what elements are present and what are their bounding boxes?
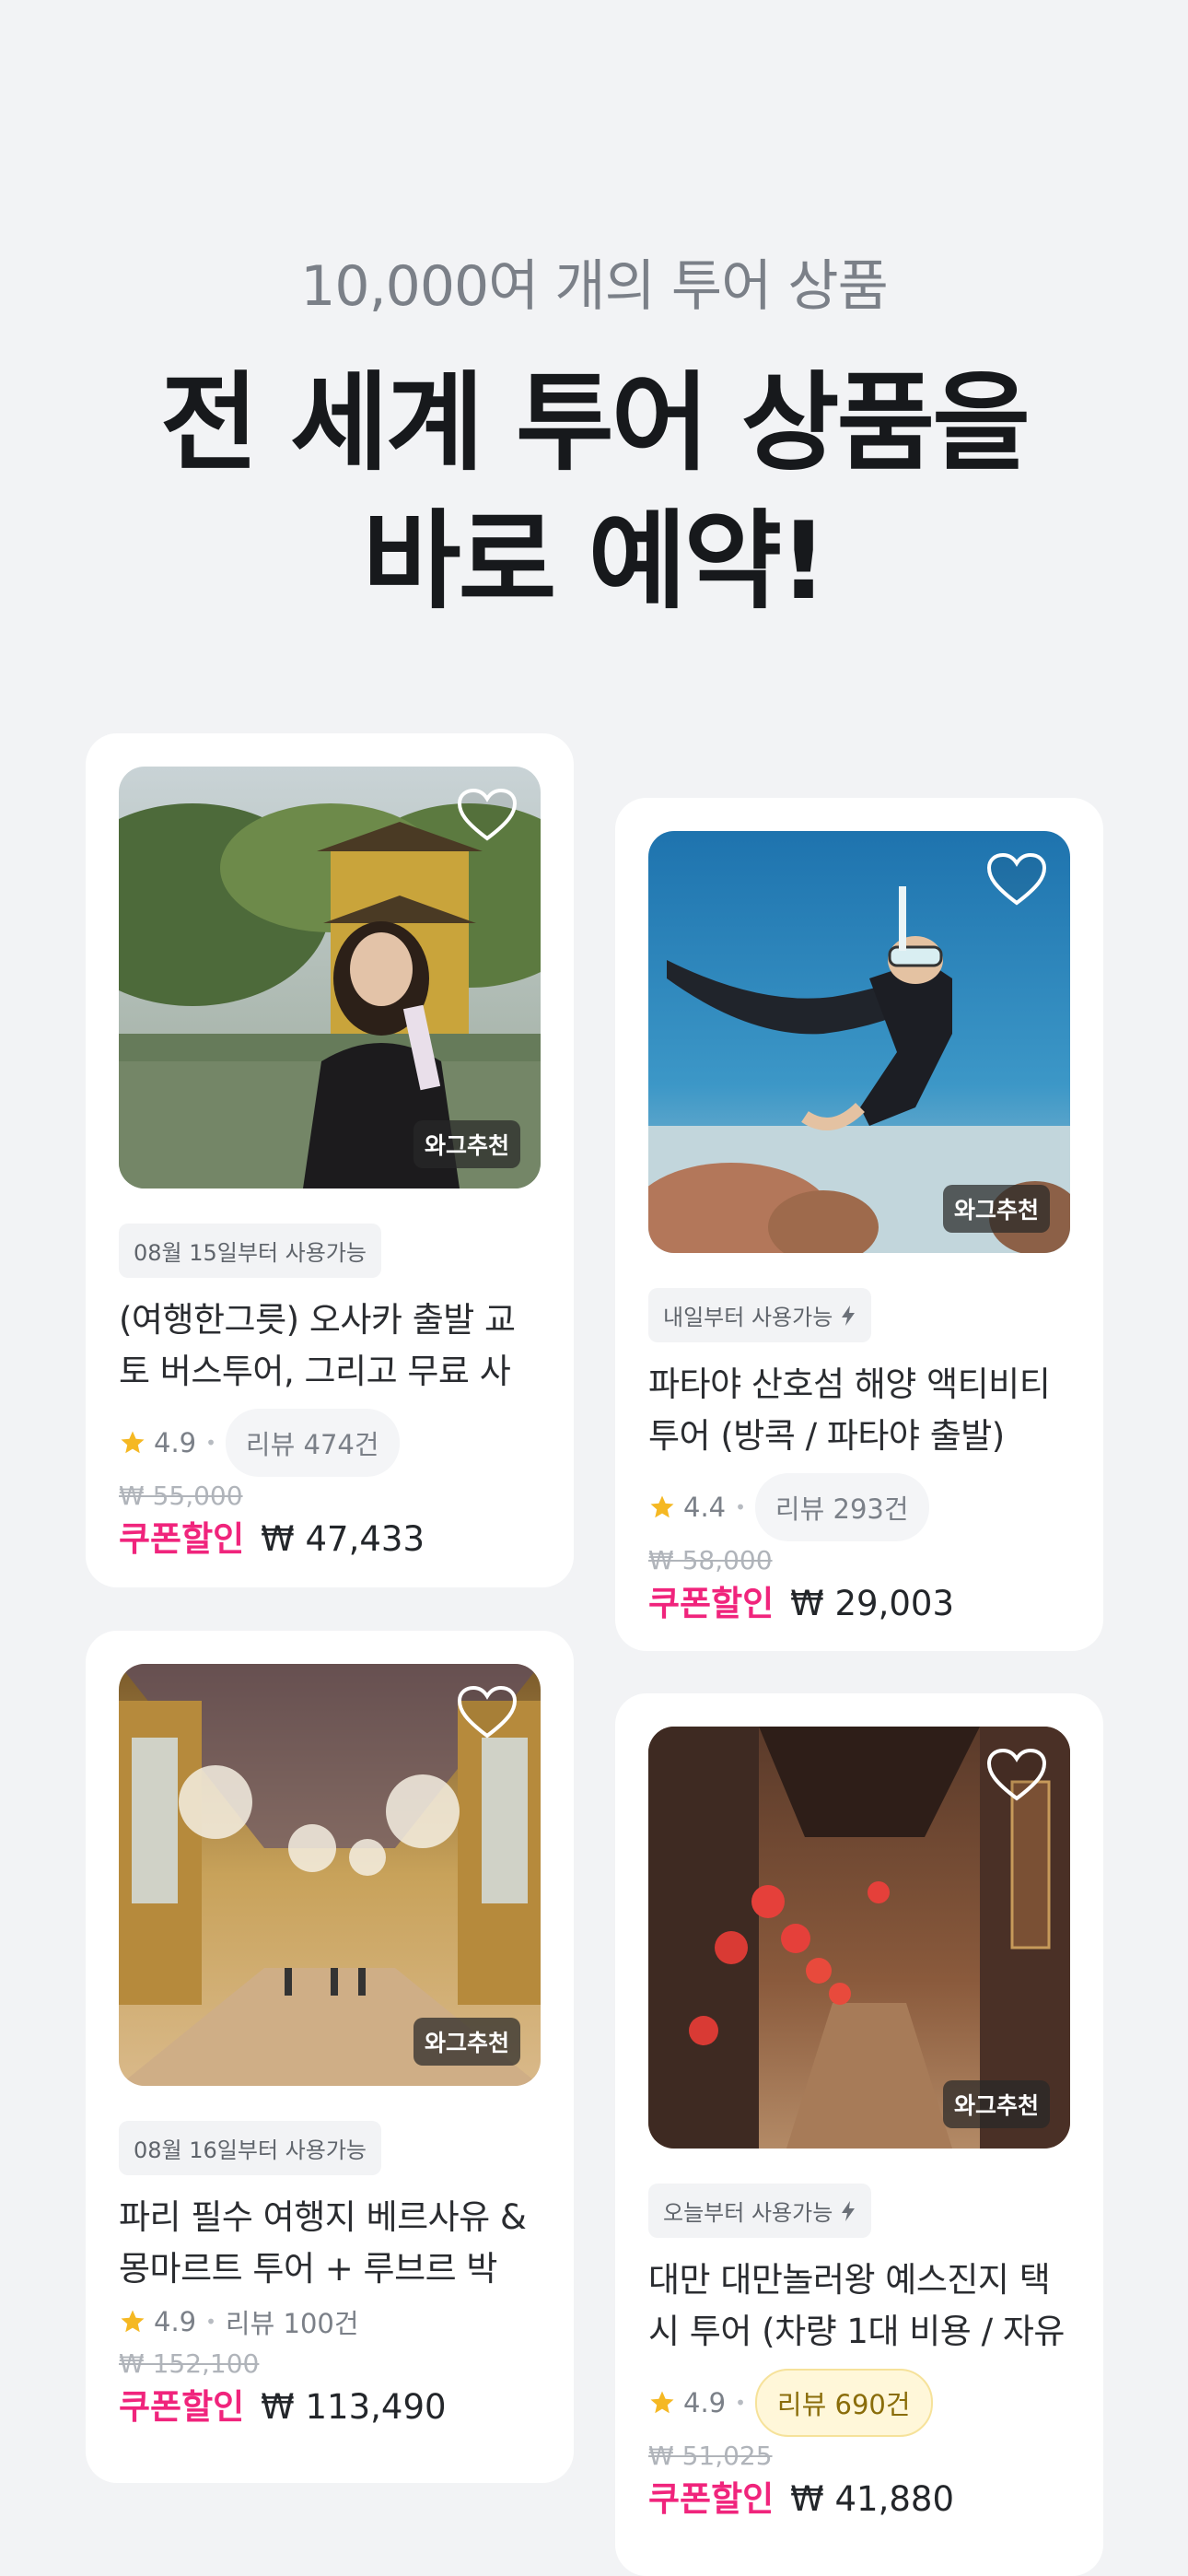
coupon-label: 쿠폰할인 (119, 1519, 245, 1559)
star-icon (121, 2310, 145, 2333)
recommend-badge: 와그추천 (942, 1185, 1050, 1233)
coupon-label: 쿠폰할인 (648, 2479, 775, 2519)
price-row: 쿠폰할인 ₩ 41,880 (648, 2471, 1070, 2521)
availability-tag: 08월 16일부터 사용가능 (119, 2121, 381, 2175)
section-headline: 전 세계 투어 상품을 바로 예약! (0, 355, 1188, 631)
original-price: ₩ 51,025 (648, 2441, 773, 2471)
product-card[interactable]: 와그추천 내일부터 사용가능 파타야 산호섬 해양 액티비티 투어 (방콕 / … (615, 798, 1103, 1651)
rating-row: 4.9 • 리뷰 100건 (119, 2301, 541, 2343)
lightning-icon (842, 1305, 856, 1326)
product-title[interactable]: 대만 대만놀러왕 예스진지 택시 투어 (차량 1대 비용 / 자유로… (648, 2254, 1070, 2358)
separator-dot: • (205, 1432, 216, 1454)
recommend-badge: 와그추천 (413, 1120, 520, 1168)
availability-tag: 내일부터 사용가능 (648, 1288, 872, 1342)
product-thumbnail[interactable]: 와그추천 (119, 1664, 541, 2086)
price-row: 쿠폰할인 ₩ 29,003 (648, 1575, 1070, 1625)
star-icon (121, 1431, 145, 1454)
rating-score: 4.4 (683, 1492, 727, 1523)
sale-price: ₩ 113,490 (261, 2387, 447, 2427)
lightning-icon (842, 2200, 856, 2221)
recommend-badge: 와그추천 (942, 2080, 1050, 2128)
heart-icon[interactable] (456, 787, 518, 844)
section-subtitle: 10,000여 개의 투어 상품 (300, 254, 889, 319)
product-thumbnail[interactable]: 와그추천 (119, 767, 541, 1188)
product-thumbnail[interactable]: 와그추천 (648, 1727, 1070, 2149)
availability-label: 오늘부터 사용가능 (663, 2200, 833, 2226)
product-title[interactable]: (여행한그릇) 오사카 출발 교토 버스투어, 그리고 무료 사진… (119, 1294, 541, 1398)
sale-price: ₩ 47,433 (261, 1519, 425, 1559)
rating-row: 4.9 • 리뷰 690건 (648, 2369, 1070, 2437)
price-row: 쿠폰할인 ₩ 113,490 (119, 2379, 541, 2429)
price-row: 쿠폰할인 ₩ 47,433 (119, 1511, 541, 1561)
product-title[interactable]: 파리 필수 여행지 베르사유 & 몽마르트 투어 + 루브르 박물… (119, 2192, 541, 2295)
coupon-label: 쿠폰할인 (119, 2387, 245, 2427)
star-icon (650, 2391, 674, 2414)
rating-score: 4.9 (154, 2306, 197, 2337)
coupon-label: 쿠폰할인 (648, 1584, 775, 1623)
product-card[interactable]: 와그추천 오늘부터 사용가능 대만 대만놀러왕 예스진지 택시 투어 (차량 1… (615, 1693, 1103, 2576)
star-icon (650, 1495, 674, 1518)
original-price: ₩ 152,100 (119, 2348, 260, 2379)
review-count: 리뷰 474건 (225, 1409, 400, 1477)
headline-line-1: 전 세계 투어 상품을 (160, 361, 1031, 486)
review-count: 리뷰 100건 (225, 2308, 359, 2339)
heart-icon[interactable] (456, 1684, 518, 1741)
recommend-badge: 와그추천 (413, 2018, 520, 2066)
separator-dot: • (205, 2311, 216, 2333)
availability-tag: 오늘부터 사용가능 (648, 2184, 872, 2238)
original-price: ₩ 55,000 (119, 1481, 243, 1511)
availability-label: 08월 15일부터 사용가능 (134, 1240, 367, 1266)
availability-tag: 08월 15일부터 사용가능 (119, 1224, 381, 1278)
product-thumbnail[interactable]: 와그추천 (648, 831, 1070, 1253)
rating-row: 4.9 • 리뷰 474건 (119, 1409, 541, 1477)
rating-score: 4.9 (683, 2387, 727, 2418)
heart-icon[interactable] (985, 851, 1048, 908)
rating-score: 4.9 (154, 1427, 197, 1458)
rating-row: 4.4 • 리뷰 293건 (648, 1473, 1070, 1541)
separator-dot: • (735, 2392, 746, 2414)
product-card[interactable]: 와그추천 08월 15일부터 사용가능 (여행한그릇) 오사카 출발 교토 버스… (86, 733, 574, 1587)
headline-line-2: 바로 예약! (362, 499, 828, 624)
original-price: ₩ 58,000 (648, 1545, 773, 1575)
product-title[interactable]: 파타야 산호섬 해양 액티비티 투어 (방콕 / 파타야 출발) (648, 1359, 1070, 1462)
availability-label: 내일부터 사용가능 (663, 1305, 833, 1330)
review-count: 리뷰 293건 (754, 1473, 929, 1541)
heart-icon[interactable] (985, 1747, 1048, 1804)
review-count: 리뷰 690건 (754, 2369, 933, 2437)
product-card[interactable]: 와그추천 08월 16일부터 사용가능 파리 필수 여행지 베르사유 & 몽마르… (86, 1631, 574, 2483)
separator-dot: • (735, 1496, 746, 1518)
sale-price: ₩ 29,003 (790, 1584, 954, 1623)
availability-label: 08월 16일부터 사용가능 (134, 2137, 367, 2163)
sale-price: ₩ 41,880 (790, 2479, 954, 2519)
